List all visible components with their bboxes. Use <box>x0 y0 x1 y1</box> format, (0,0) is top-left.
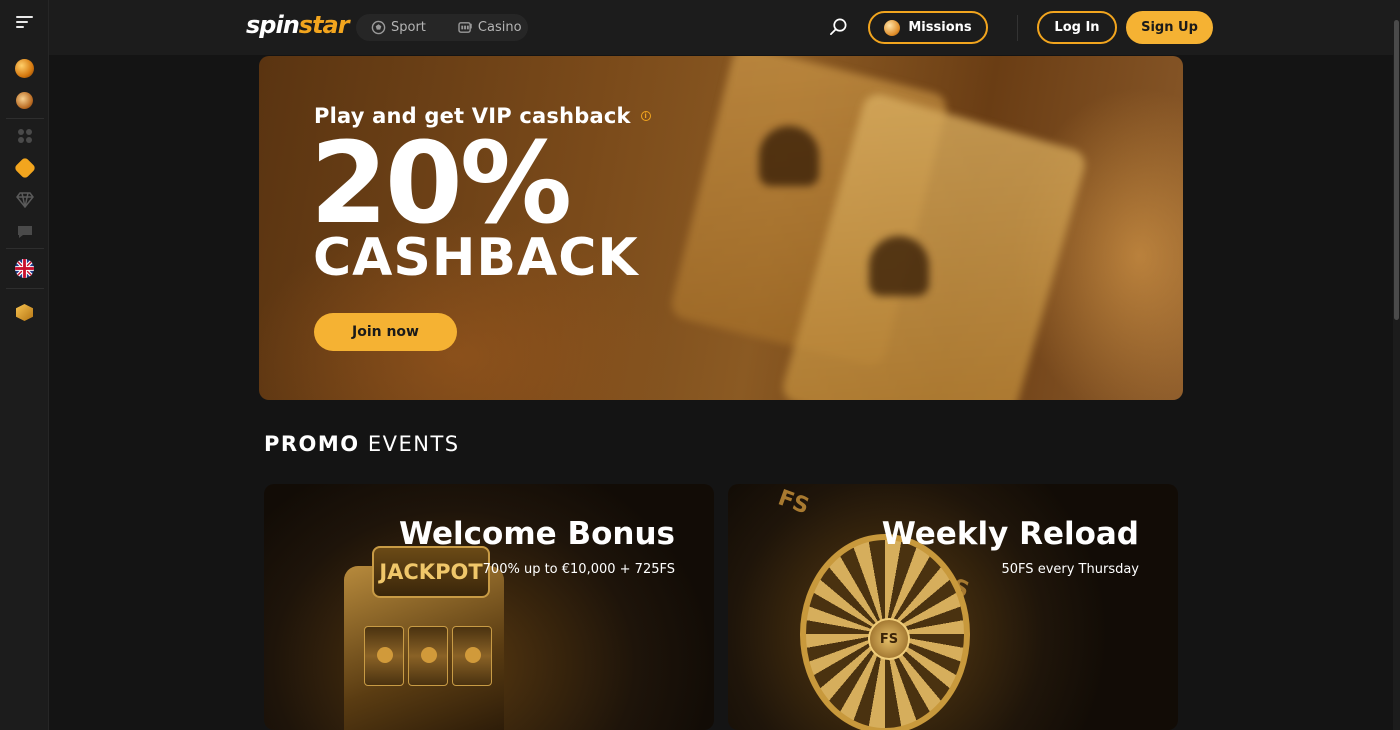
uk-flag-icon[interactable] <box>14 258 35 279</box>
info-icon[interactable]: i <box>640 111 651 121</box>
promo-title-bold: PROMO <box>264 432 360 456</box>
top-bar: spinstar Sport Casino Missions Log In Si… <box>49 0 1393 55</box>
menu-icon[interactable] <box>16 16 33 28</box>
promo-card-subtitle: 700% up to €10,000 + 725FS <box>482 562 675 577</box>
slot-machine-icon <box>458 22 472 33</box>
nav-sport-label: Sport <box>391 20 426 35</box>
main-nav: Sport Casino <box>356 14 528 41</box>
hero-cashback-label: CASHBACK <box>313 228 639 288</box>
logo-part-star: star <box>298 11 350 39</box>
nav-casino[interactable]: Casino <box>458 20 522 35</box>
promo-card-title: Welcome Bonus <box>398 516 675 552</box>
promo-card-welcome-bonus[interactable]: JACKPOT Welcome Bonus 700% up to €10,000… <box>264 484 714 730</box>
fs-coin-icon: FS <box>774 485 813 520</box>
missions-label: Missions <box>908 20 972 35</box>
bonus-wheel-image: FS <box>800 534 970 730</box>
chat-icon[interactable] <box>14 221 35 242</box>
hero-cashback-percent: 20% <box>310 119 572 249</box>
login-button[interactable]: Log In <box>1037 11 1117 44</box>
gift-cube-icon[interactable] <box>14 302 35 323</box>
grid-dots-icon[interactable] <box>14 125 35 146</box>
search-icon <box>830 18 847 35</box>
missions-coin-icon <box>884 19 901 36</box>
scrollbar-thumb[interactable] <box>1394 20 1399 320</box>
sidebar-divider <box>6 118 44 119</box>
sidebar-divider <box>6 248 44 249</box>
promo-badge-icon[interactable] <box>13 156 36 179</box>
spade-icon <box>869 236 929 296</box>
logo-part-spin: spin <box>246 11 300 39</box>
header-divider <box>1017 15 1018 41</box>
missions-button[interactable]: Missions <box>868 11 988 44</box>
promo-card-subtitle: 50FS every Thursday <box>1001 562 1139 577</box>
promo-section-title: PROMO EVENTS <box>264 432 460 456</box>
sidebar-divider <box>6 288 44 289</box>
promo-card-weekly-reload[interactable]: FS FS FS Weekly Reload 50FS every Thursd… <box>728 484 1178 730</box>
join-now-button[interactable]: Join now <box>314 313 457 351</box>
jackpot-sign: JACKPOT <box>372 546 490 598</box>
brand-logo[interactable]: spinstar <box>246 11 350 39</box>
soccer-ball-icon <box>371 20 386 35</box>
page-scrollbar[interactable] <box>1393 0 1400 730</box>
signup-button[interactable]: Sign Up <box>1126 11 1213 44</box>
search-button[interactable] <box>829 17 848 40</box>
fortune-orb-icon[interactable] <box>14 58 35 79</box>
cookie-orb-icon[interactable] <box>14 90 35 111</box>
spade-icon <box>759 126 819 186</box>
nav-sport[interactable]: Sport <box>371 20 426 35</box>
nav-casino-label: Casino <box>477 20 522 35</box>
sidebar-rail <box>0 0 49 730</box>
promo-title-rest: EVENTS <box>367 432 460 456</box>
wheel-hub-label: FS <box>868 618 910 660</box>
cashback-hero-banner[interactable]: Play and get VIP cashback i 20% CASHBACK… <box>259 56 1183 400</box>
promo-card-title: Weekly Reload <box>881 516 1139 552</box>
diamond-icon[interactable] <box>14 189 35 210</box>
